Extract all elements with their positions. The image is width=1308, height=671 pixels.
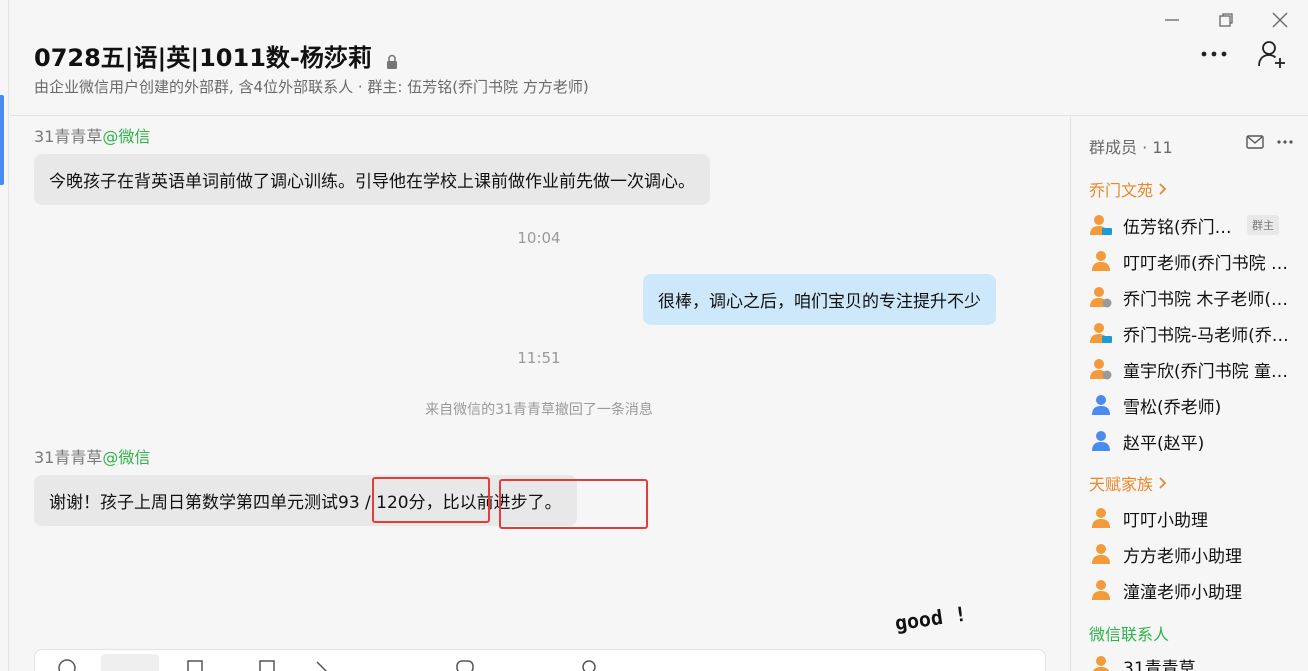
file-icon[interactable]: [185, 658, 205, 671]
member-name: 乔门书院 木子老师(乔门书院): [1123, 289, 1289, 310]
member-avatar-icon: [1089, 285, 1113, 309]
mail-icon[interactable]: [1246, 135, 1264, 149]
member-avatar-icon: [1089, 429, 1113, 453]
progress-highlight-box: [499, 479, 648, 529]
owner-badge: 群主: [1247, 215, 1279, 235]
member-item[interactable]: 童宇欣(乔门书院 童老师): [1089, 356, 1299, 382]
more-icon[interactable]: [1276, 139, 1294, 145]
member-name: 31青青草: [1123, 658, 1196, 671]
chat-history-icon[interactable]: [455, 658, 475, 671]
member-avatar-icon: [1089, 654, 1113, 671]
close-icon[interactable]: [1268, 8, 1292, 32]
sender-name: 31青青草: [34, 448, 103, 467]
message-text: 很棒，调心之后，咱们宝贝的专注提升不少: [658, 292, 981, 312]
group-name: 0728五|语|英|1011数-杨莎莉: [34, 44, 372, 72]
section-org-qiaomen[interactable]: 乔门文苑: [1089, 177, 1168, 201]
member-item[interactable]: 雪松(乔老师): [1089, 392, 1299, 418]
section-label: 天赋家族: [1089, 475, 1154, 494]
lock-icon: [386, 48, 398, 69]
member-panel-actions: [1246, 135, 1294, 149]
member-count-title: 群成员 · 11: [1089, 138, 1173, 157]
group-title: 0728五|语|英|1011数-杨莎莉: [34, 38, 398, 73]
member-avatar-icon: [1089, 249, 1113, 273]
section-label: 乔门文苑: [1089, 181, 1154, 200]
admin-member-avatar-icon: [1089, 321, 1113, 345]
member-name: 乔门书院-马老师(乔门书院): [1123, 325, 1289, 346]
member-item[interactable]: 叮叮小助理: [1089, 505, 1299, 531]
member-item[interactable]: 方方老师小助理: [1089, 541, 1299, 567]
message-text: 今晚孩子在背英语单词前做了调心训练。引导他在学校上课前做作业前先做一次调心。: [49, 172, 695, 192]
member-avatar-icon: [1089, 506, 1113, 530]
member-item[interactable]: 潼潼老师小助理: [1089, 577, 1299, 603]
member-name: 赵平(赵平): [1123, 433, 1205, 454]
outgoing-message-bubble[interactable]: 很棒，调心之后，咱们宝贝的专注提升不少: [643, 274, 996, 325]
header-actions: [1198, 38, 1288, 70]
member-panel: 群成员 · 11 乔门文苑 伍芳铭(乔门书院 方方老师) 群主 叮叮老师(乔门书…: [1070, 117, 1308, 671]
member-item[interactable]: 31青青草: [1089, 653, 1299, 671]
restore-icon[interactable]: [1214, 8, 1238, 32]
message-sender: 31青青草@微信: [34, 444, 150, 468]
member-avatar-icon: [1089, 578, 1113, 602]
message-timestamp: 11:51: [517, 349, 561, 367]
message-sender: 31青青草@微信: [34, 123, 150, 147]
member-item[interactable]: 乔门书院-马老师(乔门书院): [1089, 320, 1299, 346]
section-label: 微信联系人: [1089, 625, 1170, 644]
minimize-icon[interactable]: [1160, 8, 1184, 32]
message-timestamp: 10:04: [517, 229, 561, 247]
member-avatar-icon: [1089, 542, 1113, 566]
wechat-source-tag: @微信: [102, 448, 151, 467]
member-avatar-icon: [1089, 357, 1113, 381]
admin-member-avatar-icon: [1089, 213, 1113, 237]
member-name: 伍芳铭(乔门书院 方方老师): [1123, 217, 1241, 238]
member-name: 雪松(乔老师): [1123, 397, 1222, 418]
active-conversation-marker: [0, 95, 4, 185]
message-input-box[interactable]: [34, 649, 1046, 671]
member-name: 潼潼老师小助理: [1123, 582, 1242, 603]
chevron-right-icon: [1159, 183, 1167, 195]
member-item[interactable]: 赵平(赵平): [1089, 428, 1299, 454]
member-item[interactable]: 伍芳铭(乔门书院 方方老师) 群主: [1089, 212, 1299, 238]
section-org-tianfu[interactable]: 天赋家族: [1089, 471, 1168, 495]
window-controls: [1160, 8, 1292, 32]
section-wechat-contacts: 微信联系人: [1089, 621, 1169, 645]
incoming-message-bubble[interactable]: 今晚孩子在背英语单词前做了调心训练。引导他在学校上课前做作业前先做一次调心。: [34, 154, 710, 205]
sender-name: 31青青草: [34, 127, 103, 146]
active-tool-highlight: [101, 654, 159, 671]
group-subtitle: 由企业微信用户创建的外部群, 含4位外部联系人 · 群主: 伍芳铭(乔门书院 方…: [34, 78, 589, 96]
wechat-source-tag: @微信: [102, 127, 151, 146]
screenshot-icon[interactable]: [257, 658, 277, 671]
score-highlight-box: [372, 477, 490, 523]
member-avatar-icon: [1089, 393, 1113, 417]
chat-header: 0728五|语|英|1011数-杨莎莉 由企业微信用户创建的外部群, 含4位外部…: [10, 0, 1308, 116]
add-member-icon[interactable]: [1256, 38, 1288, 70]
scissors-icon[interactable]: [313, 658, 333, 671]
search-icon[interactable]: [580, 658, 600, 671]
recall-system-message: 来自微信的31青青草撤回了一条消息: [425, 402, 653, 418]
emoji-icon[interactable]: [57, 658, 77, 671]
more-options-icon[interactable]: [1198, 38, 1230, 70]
member-name: 童宇欣(乔门书院 童老师): [1123, 361, 1289, 382]
member-name: 叮叮老师(乔门书院 叮叮老师): [1123, 253, 1289, 274]
chat-area: 31青青草@微信 今晚孩子在背英语单词前做了调心训练。引导他在学校上课前做作业前…: [10, 117, 1070, 671]
sticker-text: good !: [893, 602, 968, 636]
member-item[interactable]: 乔门书院 木子老师(乔门书院): [1089, 284, 1299, 310]
chevron-right-icon: [1159, 477, 1167, 489]
incoming-message-bubble[interactable]: 谢谢！孩子上周日第数学第四单元测试93 / 120分，比以前进步了。: [34, 475, 577, 526]
member-item[interactable]: 叮叮老师(乔门书院 叮叮老师): [1089, 248, 1299, 274]
left-nav-strip: [0, 0, 9, 671]
member-name: 方方老师小助理: [1123, 546, 1242, 567]
member-name: 叮叮小助理: [1123, 510, 1208, 531]
